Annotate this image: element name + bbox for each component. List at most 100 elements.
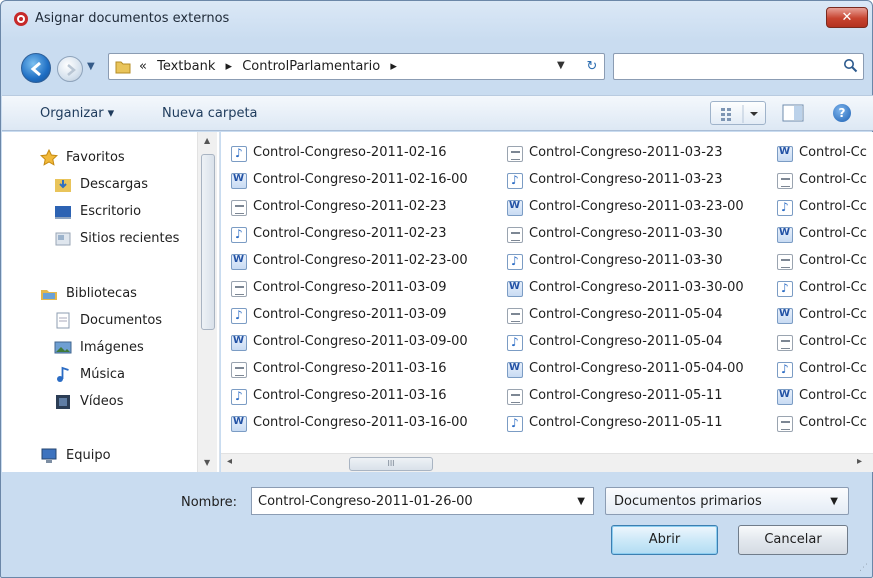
text-file-icon	[507, 389, 523, 405]
file-name: Control-Congreso-2011-05-04	[529, 334, 723, 349]
videos-icon	[56, 395, 70, 409]
file-name: Control-Congreso-2011-03-23	[529, 172, 723, 187]
close-icon: ✕	[841, 10, 853, 25]
libraries-icon	[41, 290, 57, 300]
word-document-icon	[777, 146, 793, 162]
breadcrumb-separator[interactable]: ▸	[226, 59, 233, 74]
file-name: Control-Congreso-2011-03-09	[253, 307, 447, 322]
preview-pane-icon[interactable]	[782, 103, 804, 123]
downloads-folder-icon	[55, 179, 71, 192]
audio-file-icon	[777, 281, 793, 297]
file-name: Control-Cc	[799, 199, 867, 214]
recent-locations-dropdown[interactable]: ▼	[87, 61, 95, 72]
word-document-icon	[231, 416, 247, 432]
search-input[interactable]	[613, 53, 864, 80]
recent-places-icon	[55, 232, 71, 246]
word-document-icon	[777, 227, 793, 243]
file-type-select[interactable]: Documentos primarios ▼	[605, 487, 849, 515]
arrow-right-icon	[67, 64, 76, 76]
file-name: Control-Congreso-2011-05-04	[529, 307, 723, 322]
word-document-icon	[231, 173, 247, 189]
nav-favorites-label: Favoritos	[66, 150, 125, 165]
back-button[interactable]	[21, 53, 51, 83]
breadcrumb-overflow[interactable]: «	[139, 59, 147, 74]
cancel-button[interactable]: Cancelar	[738, 525, 848, 555]
audio-file-icon	[507, 416, 523, 432]
navigation-scrollbar[interactable]: ▲ ▼	[197, 132, 217, 472]
pictures-icon	[54, 341, 72, 354]
text-file-icon	[777, 335, 793, 351]
scrollbar-thumb[interactable]: III	[349, 457, 433, 471]
word-document-icon	[507, 362, 523, 378]
arrow-left-icon	[30, 61, 41, 77]
breadcrumb-item-controlparlamentario[interactable]: ControlParlamentario	[242, 59, 380, 74]
file-name: Control-Congreso-2011-03-16-00	[253, 415, 468, 430]
file-name: Control-Congreso-2011-05-04-00	[529, 361, 744, 376]
file-name: Control-Congreso-2011-02-23	[253, 226, 447, 241]
text-file-icon	[231, 200, 247, 216]
audio-file-icon	[507, 173, 523, 189]
new-folder-button[interactable]: Nueva carpeta	[162, 106, 258, 121]
refresh-button[interactable]: ↻	[579, 56, 605, 77]
help-icon[interactable]: ?	[833, 104, 851, 122]
file-name: Control-Cc	[799, 226, 867, 241]
nav-item-label: Sitios recientes	[80, 231, 180, 246]
file-name: Control-Cc	[799, 388, 867, 403]
text-file-icon	[507, 146, 523, 162]
audio-file-icon	[231, 227, 247, 243]
chevron-down-icon[interactable]: ▼	[830, 496, 838, 507]
filename-field[interactable]: Control-Congreso-2011-01-26-00 ▼	[251, 487, 594, 515]
file-name: Control-Congreso-2011-03-30-00	[529, 280, 744, 295]
horizontal-scrollbar[interactable]: ◂ III ▸	[221, 453, 873, 472]
resize-grip-icon[interactable]: ⋰	[859, 563, 871, 575]
audio-file-icon	[231, 389, 247, 405]
close-button[interactable]: ✕	[826, 7, 868, 28]
nav-item-label: Descargas	[80, 177, 149, 192]
navigation-pane: Favoritos Descargas Escritorio Sitios re…	[2, 132, 220, 472]
chevron-down-icon[interactable]: ▼	[577, 496, 585, 507]
scrollbar-thumb[interactable]	[201, 154, 215, 330]
audio-file-icon	[231, 308, 247, 324]
organize-menu[interactable]: Organizar ▾	[40, 106, 114, 121]
file-name: Control-Congreso-2011-02-16	[253, 145, 447, 160]
scroll-up-icon[interactable]: ▲	[204, 136, 210, 145]
file-name: Control-Congreso-2011-02-23-00	[253, 253, 468, 268]
scroll-down-icon[interactable]: ▼	[204, 458, 210, 467]
change-view-button[interactable]	[710, 101, 766, 125]
desktop-icon	[55, 206, 71, 219]
file-name: Control-Congreso-2011-03-30	[529, 226, 723, 241]
file-name: Control-Congreso-2011-02-23	[253, 199, 447, 214]
filename-value[interactable]: Control-Congreso-2011-01-26-00	[258, 494, 473, 509]
filename-label: Nombre:	[181, 495, 238, 510]
computer-icon	[41, 448, 57, 463]
file-name: Control-Cc	[799, 415, 867, 430]
scroll-left-icon[interactable]: ◂	[227, 456, 232, 467]
forward-button[interactable]	[57, 56, 83, 82]
word-document-icon	[507, 200, 523, 216]
open-file-dialog: Asignar documentos externos ✕ ▼ « Textba…	[0, 0, 873, 578]
nav-item-label: Música	[80, 367, 125, 382]
file-name: Control-Cc	[799, 307, 867, 322]
audio-file-icon	[507, 335, 523, 351]
word-document-icon	[231, 254, 247, 270]
address-dropdown[interactable]: ▼	[557, 60, 565, 71]
audio-file-icon	[777, 200, 793, 216]
title-bar[interactable]: Asignar documentos externos ✕	[1, 1, 872, 35]
breadcrumb-item-textbank[interactable]: Textbank	[157, 59, 215, 74]
open-button[interactable]: Abrir	[611, 525, 718, 555]
text-file-icon	[777, 173, 793, 189]
file-name: Control-Congreso-2011-05-11	[529, 388, 723, 403]
word-document-icon	[777, 308, 793, 324]
word-document-icon	[507, 281, 523, 297]
text-file-icon	[507, 308, 523, 324]
address-bar[interactable]: « Textbank ▸ ControlParlamentario ▸ ▼ ↻	[108, 53, 605, 80]
music-icon	[57, 366, 69, 382]
scroll-right-icon[interactable]: ▸	[857, 456, 862, 467]
file-name: Control-Cc	[799, 361, 867, 376]
breadcrumb-separator[interactable]: ▸	[390, 59, 397, 74]
file-name: Control-Cc	[799, 172, 867, 187]
nav-item-label: Vídeos	[80, 394, 124, 409]
breadcrumb: « Textbank ▸ ControlParlamentario ▸	[139, 59, 403, 74]
nav-item-label: Escritorio	[80, 204, 142, 219]
nav-item-label: Documentos	[80, 313, 163, 328]
